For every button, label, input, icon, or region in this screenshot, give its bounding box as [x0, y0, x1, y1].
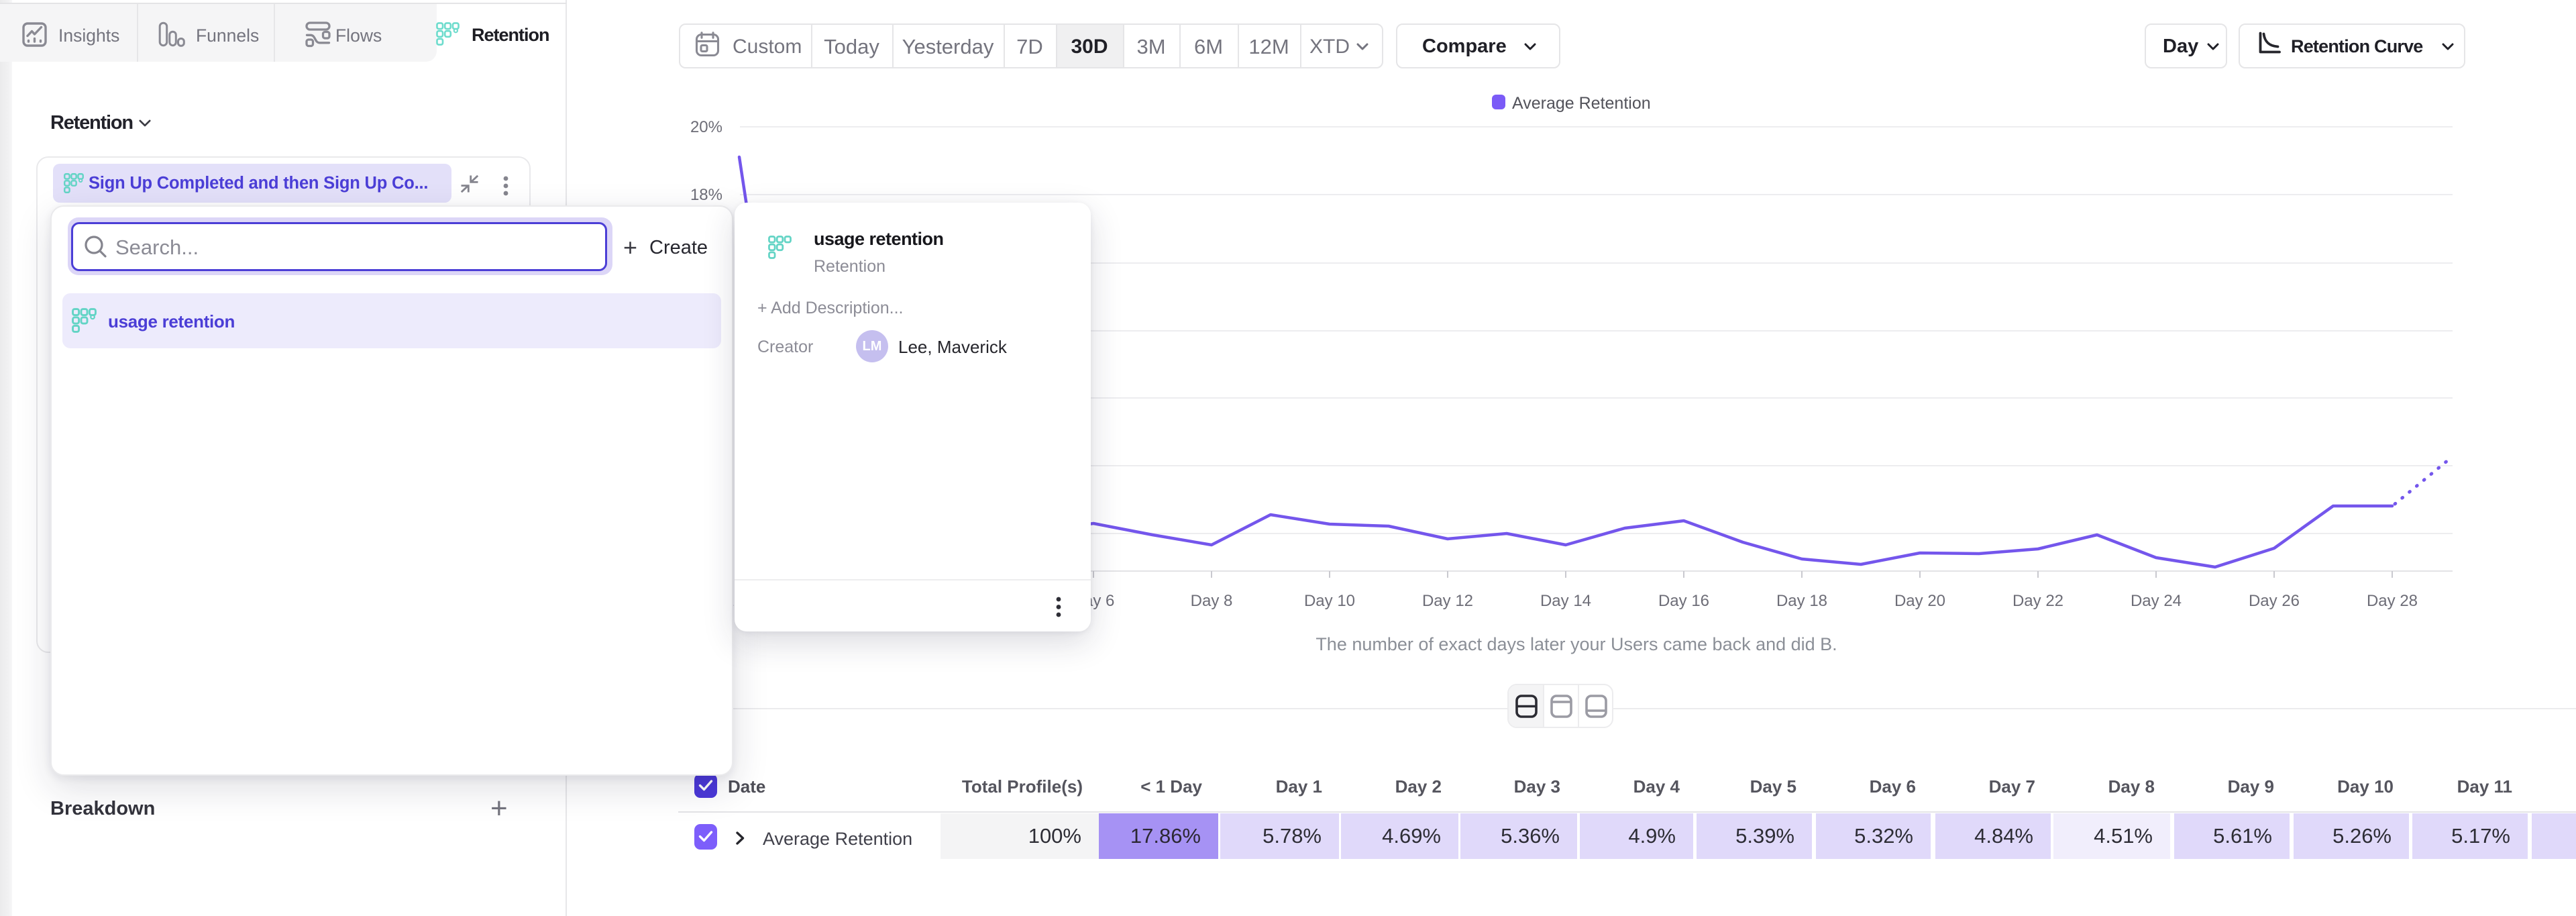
svg-text:Day 10: Day 10 — [1304, 592, 1355, 610]
svg-text:18%: 18% — [690, 186, 722, 204]
svg-text:20%: 20% — [690, 118, 722, 136]
svg-text:Day 26: Day 26 — [2249, 592, 2300, 610]
svg-text:Day 16: Day 16 — [1658, 592, 1709, 610]
svg-text:Day 20: Day 20 — [1894, 592, 1945, 610]
svg-text:Day 22: Day 22 — [2012, 592, 2063, 610]
svg-text:Day 28: Day 28 — [2367, 592, 2418, 610]
svg-text:Day 8: Day 8 — [1191, 592, 1233, 610]
svg-text:Average Retention: Average Retention — [1512, 94, 1651, 113]
svg-text:Day 18: Day 18 — [1776, 592, 1827, 610]
svg-text:The number of exact days later: The number of exact days later your User… — [1316, 634, 1837, 654]
svg-text:Day 12: Day 12 — [1422, 592, 1473, 610]
svg-text:Day 14: Day 14 — [1540, 592, 1591, 610]
svg-text:Day 24: Day 24 — [2131, 592, 2182, 610]
